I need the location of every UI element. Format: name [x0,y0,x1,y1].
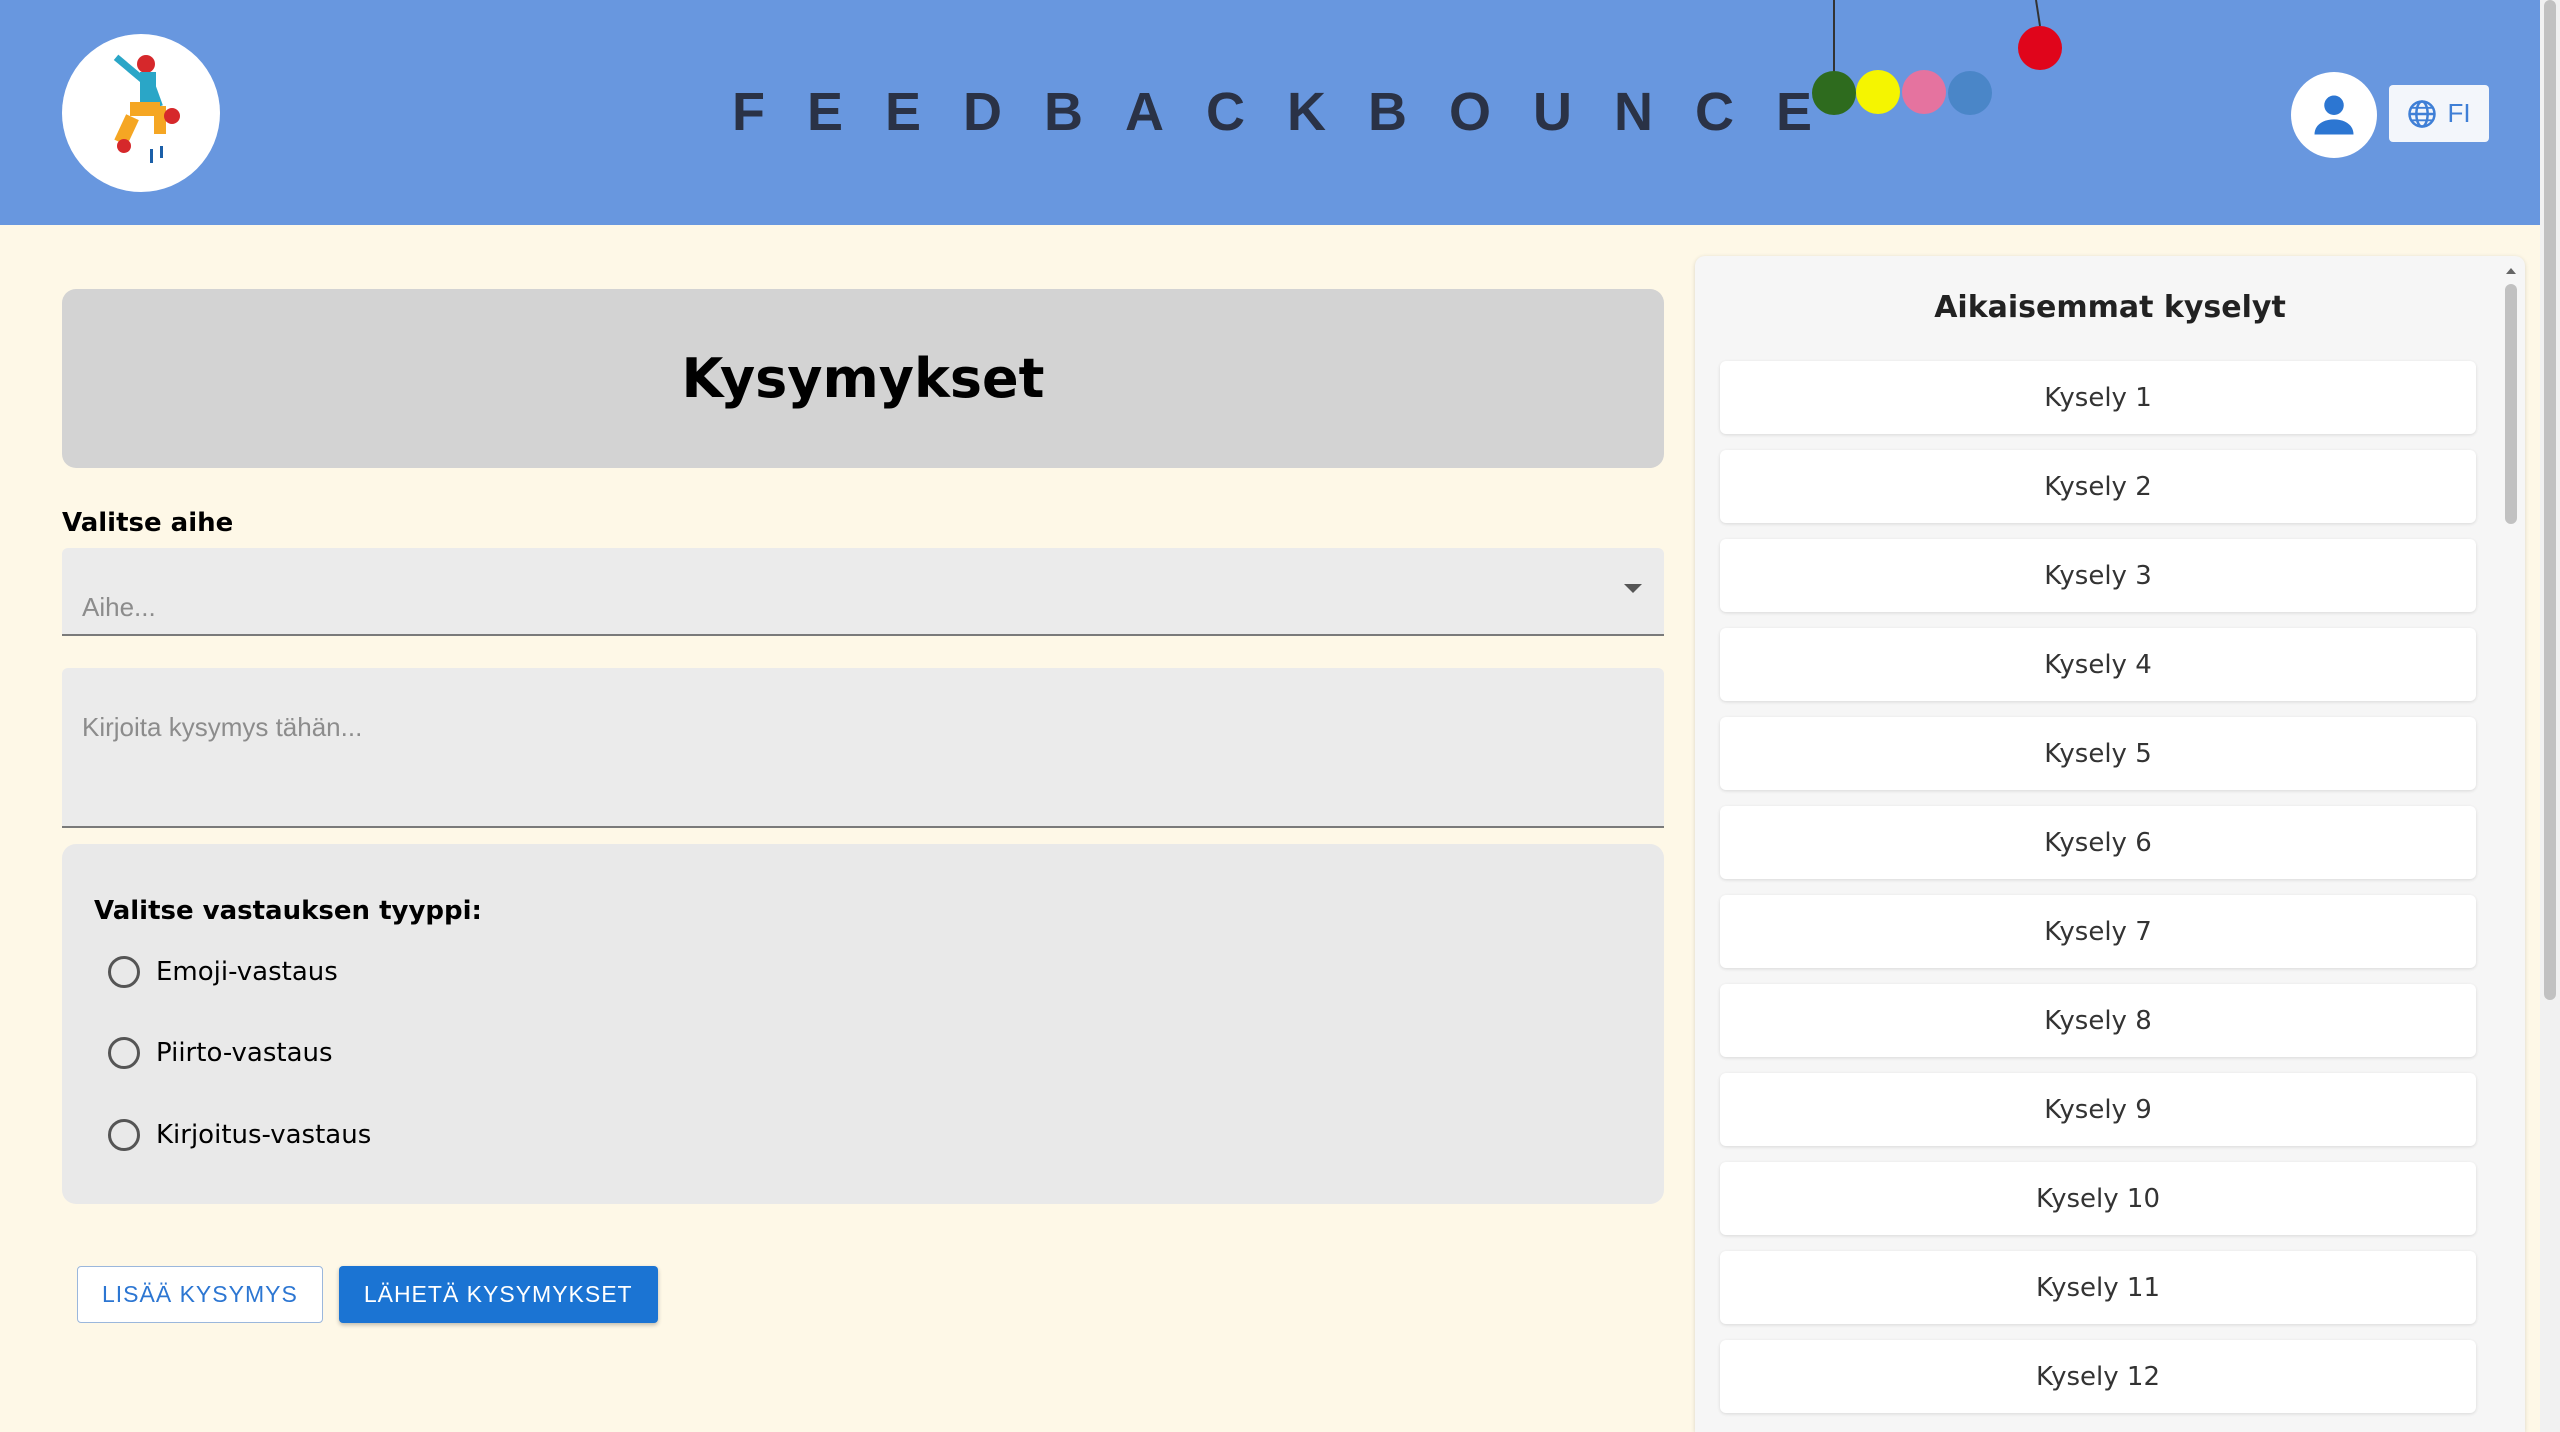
action-buttons: LISÄÄ KYSYMYS LÄHETÄ KYSYMYKSET [62,1266,1664,1323]
panel-scrollbar[interactable] [2501,268,2521,1432]
logo[interactable] [62,34,220,192]
app-title: FEEDBACKBOUNCE [732,82,1855,142]
survey-item[interactable]: Kysely 12 [1720,1340,2476,1413]
answer-type-group: Valitse vastauksen tyyppi: Emoji-vastaus… [62,844,1664,1204]
panel-title: Aikaisemmat kyselyt [1934,290,2286,325]
page-title: Kysymykset [681,347,1045,410]
survey-item[interactable]: Kysely 4 [1720,628,2476,701]
panel-scroll-thumb[interactable] [2505,284,2517,524]
radio-emoji[interactable]: Emoji-vastaus [108,956,338,988]
user-menu-button[interactable] [2291,72,2377,158]
radio-label: Emoji-vastaus [156,957,338,987]
radio-label: Kirjoitus-vastaus [156,1120,372,1150]
survey-item[interactable]: Kysely 1 [1720,361,2476,434]
topic-placeholder: Aihe... [82,592,156,622]
jumping-figure-logo-icon [113,54,180,163]
radio-circle[interactable] [108,1119,140,1151]
survey-item[interactable]: Kysely 10 [1720,1162,2476,1235]
globe-icon [2408,99,2437,128]
topic-select[interactable]: Aihe... [62,548,1664,636]
scroll-up-icon[interactable] [2506,268,2516,274]
survey-list: Kysely 1 Kysely 2 Kysely 3 Kysely 4 Kyse… [1720,361,2476,1429]
page-scrollbar[interactable] [2540,0,2560,1432]
survey-item[interactable]: Kysely 5 [1720,717,2476,790]
survey-item[interactable]: Kysely 3 [1720,539,2476,612]
radio-drawing[interactable]: Piirto-vastaus [108,1037,333,1069]
page-scroll-thumb[interactable] [2544,0,2556,1000]
send-questions-button[interactable]: LÄHETÄ KYSYMYKSET [338,1266,658,1323]
previous-surveys-panel: Aikaisemmat kyselyt Kysely 1 Kysely 2 Ky… [1695,256,2525,1432]
radio-label: Piirto-vastaus [156,1038,333,1068]
radio-writing[interactable]: Kirjoitus-vastaus [108,1119,371,1151]
language-button[interactable]: FI [2389,85,2489,142]
hanging-balls-decoration [1812,0,2062,115]
survey-item[interactable]: Kysely 6 [1720,806,2476,879]
survey-item[interactable]: Kysely 9 [1720,1073,2476,1146]
add-question-button[interactable]: LISÄÄ KYSYMYS [77,1266,323,1323]
question-input[interactable]: Kirjoita kysymys tähän... [62,668,1664,828]
question-editor: Kysymykset Valitse aihe Aihe... Kirjoita… [62,289,1664,1323]
language-label: FI [2447,98,2471,128]
chevron-down-icon [1624,584,1642,593]
radio-circle[interactable] [108,956,140,988]
page-title-card: Kysymykset [62,289,1664,468]
survey-item[interactable]: Kysely 11 [1720,1251,2476,1324]
question-placeholder: Kirjoita kysymys tähän... [82,712,363,742]
app-header: FEEDBACKBOUNCE FI [0,0,2540,225]
survey-item[interactable]: Kysely 7 [1720,895,2476,968]
topic-label: Valitse aihe [62,508,234,538]
user-icon [2314,95,2354,135]
survey-item[interactable]: Kysely 2 [1720,450,2476,523]
radio-circle[interactable] [108,1037,140,1069]
survey-item[interactable]: Kysely 8 [1720,984,2476,1057]
answer-type-label: Valitse vastauksen tyyppi: [94,896,482,926]
